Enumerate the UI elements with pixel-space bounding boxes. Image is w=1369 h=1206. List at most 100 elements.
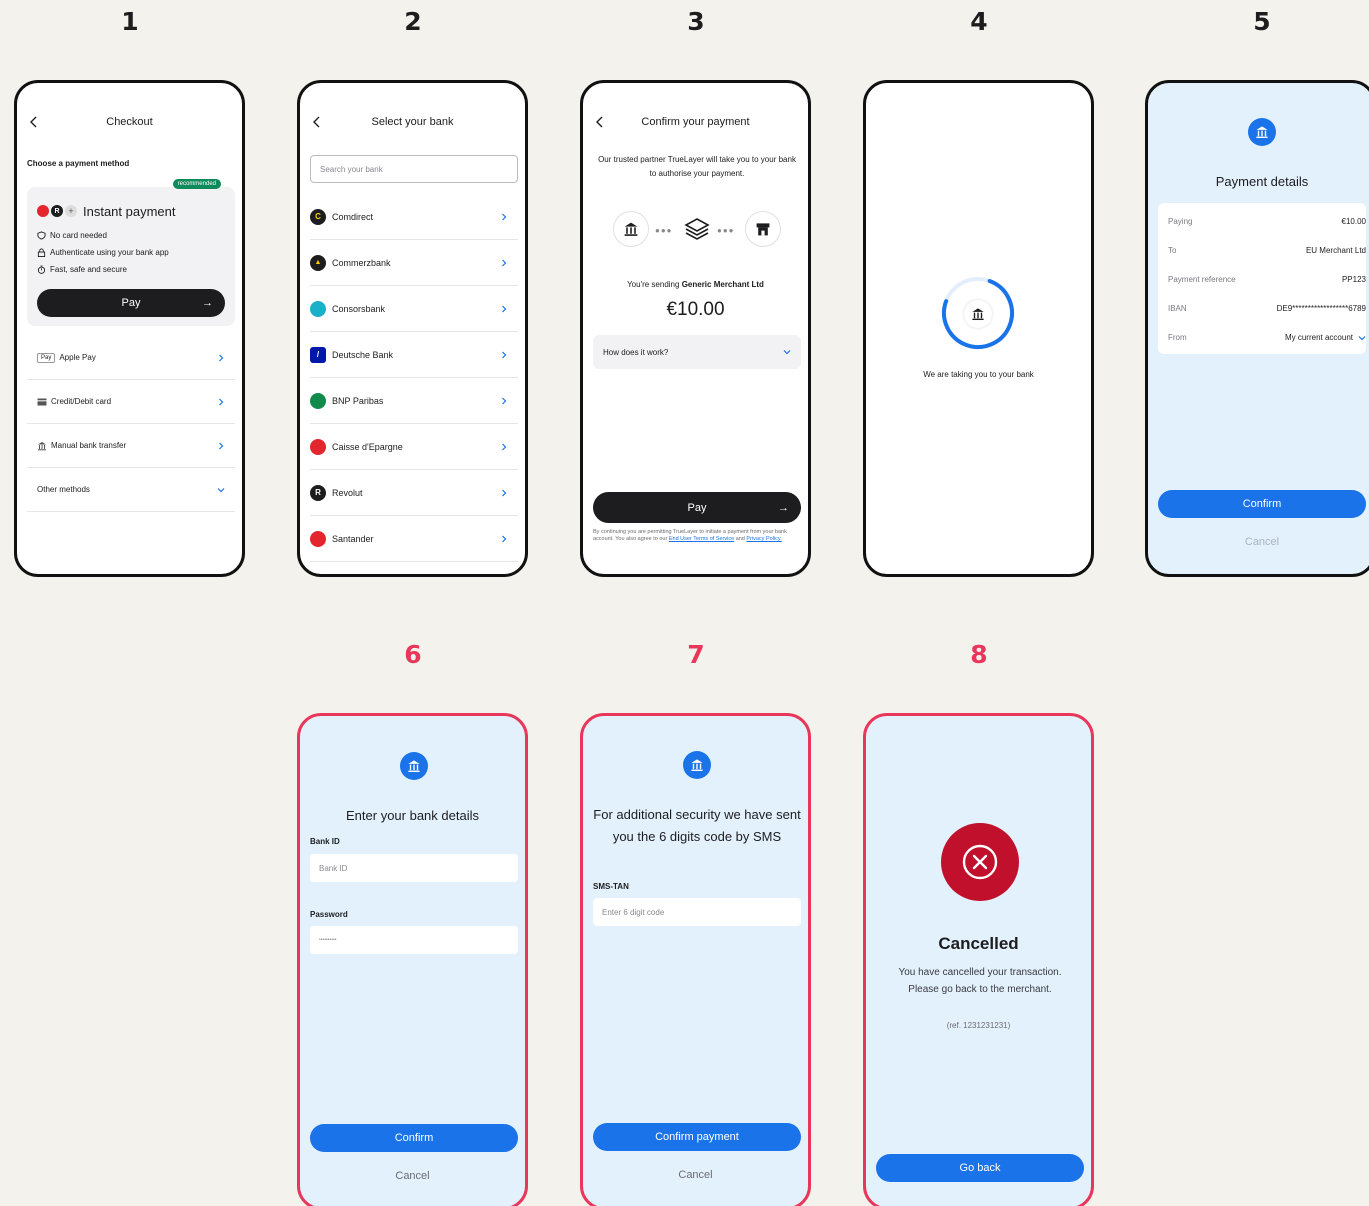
bank-item-comdirect[interactable]: C Comdirect xyxy=(310,194,518,240)
arrow-right-icon: → xyxy=(202,297,213,309)
confirm-button[interactable]: Confirm xyxy=(1158,490,1366,518)
cancel-message: You have cancelled your transaction. Ple… xyxy=(898,967,1062,995)
password-input[interactable]: •••••••••• xyxy=(310,926,518,954)
amount: €10.00 xyxy=(666,299,725,320)
bank-icon xyxy=(1248,118,1276,146)
terms-link[interactable]: End User Terms of Service xyxy=(669,536,734,542)
password-label: Password xyxy=(310,910,348,919)
method-bank-transfer[interactable]: Manual bank transfer xyxy=(27,424,235,468)
bank-icon xyxy=(400,752,428,780)
bank-label: Deutsche Bank xyxy=(332,349,394,360)
reference-text: (ref. 1231231231) xyxy=(946,1021,1011,1030)
detail-row-iban: IBAN DE9******************6789 xyxy=(1168,294,1366,323)
bank-icon xyxy=(683,751,711,779)
pay-button[interactable]: Pay → xyxy=(37,289,225,317)
feature-authenticate: Authenticate using your bank app xyxy=(37,248,169,257)
bank-item-commerzbank[interactable]: ▲ Commerzbank xyxy=(310,240,518,286)
truelayer-logo-icon xyxy=(683,215,711,243)
bnp-paribas-logo-icon xyxy=(310,392,326,409)
detail-value: EU Merchant Ltd xyxy=(1305,246,1366,255)
recommended-badge: recommended xyxy=(172,179,221,189)
step-number-8: 8 xyxy=(970,640,988,669)
bank-item-consorsbank[interactable]: Consorsbank xyxy=(310,286,518,332)
credit-card-icon xyxy=(37,398,47,405)
chevron-right-icon xyxy=(219,442,224,449)
screen-cancelled: Cancelled You have cancelled your transa… xyxy=(863,713,1094,1206)
bank-label: BNP Paribas xyxy=(332,395,384,406)
bank-circle-icon xyxy=(964,300,992,328)
go-back-button[interactable]: Go back xyxy=(876,1154,1084,1182)
legal-text: By continuing you are permitting TrueLay… xyxy=(593,529,798,543)
pay-button[interactable]: Pay → xyxy=(593,492,801,523)
chevron-right-icon xyxy=(502,489,507,496)
feature-no-card: No card needed xyxy=(37,231,107,240)
lock-icon xyxy=(37,248,46,257)
commerzbank-logo-icon: ▲ xyxy=(310,254,326,271)
feature-label: No card needed xyxy=(50,231,107,240)
screen-redirecting: We are taking you to your bank xyxy=(863,80,1094,577)
confirm-payment-button[interactable]: Confirm payment xyxy=(593,1123,801,1151)
step-number-7: 7 xyxy=(687,640,705,669)
bank-item-caisse-epargne[interactable]: Caisse d'Epargne xyxy=(310,424,518,470)
bank-item-santander[interactable]: Santander xyxy=(310,516,518,562)
bank-icon xyxy=(38,441,46,450)
chevron-right-icon xyxy=(502,397,507,404)
bank-item-deutsche-bank[interactable]: / Deutsche Bank xyxy=(310,332,518,378)
chevron-right-icon xyxy=(502,305,507,312)
detail-value: PP123 xyxy=(1341,275,1366,284)
detail-value: My current account xyxy=(1284,333,1353,342)
method-label: Credit/Debit card xyxy=(51,397,112,406)
detail-row-from[interactable]: From My current account xyxy=(1168,323,1366,352)
santander-logo-icon xyxy=(310,530,326,547)
page-title: Payment details xyxy=(1215,174,1309,189)
bank-item-bnp-paribas[interactable]: BNP Paribas xyxy=(310,378,518,424)
error-circle-icon xyxy=(941,823,1019,901)
method-other[interactable]: Other methods xyxy=(27,468,235,512)
how-it-works-expander[interactable]: How does it work? xyxy=(593,335,801,369)
how-label: How does it work? xyxy=(603,347,669,357)
santander-logo-icon xyxy=(37,205,49,217)
stopwatch-icon xyxy=(37,265,46,274)
bank-id-input[interactable]: Bank ID xyxy=(310,854,518,882)
chevron-down-icon xyxy=(783,350,791,355)
bank-circle-icon xyxy=(613,211,649,247)
step-number-3: 3 xyxy=(687,7,705,36)
cancel-button[interactable]: Cancel xyxy=(1148,536,1369,548)
confirm-button[interactable]: Confirm xyxy=(310,1124,518,1152)
method-label: Other methods xyxy=(37,485,90,494)
method-label: Apple Pay xyxy=(59,353,96,362)
section-subtitle: Choose a payment method xyxy=(27,159,130,168)
chevron-down-icon xyxy=(217,487,225,492)
pay-label: Pay xyxy=(121,297,141,309)
store-circle-icon xyxy=(745,211,781,247)
method-card[interactable]: Credit/Debit card xyxy=(27,380,235,424)
bank-search-input[interactable]: Search your bank xyxy=(310,155,518,183)
detail-label: Paying xyxy=(1168,217,1193,226)
pay-label: Pay xyxy=(687,501,707,514)
step-number-1: 1 xyxy=(121,7,139,36)
instant-payment-card[interactable]: recommended R + Instant payment No card … xyxy=(27,179,235,326)
revolut-logo-icon: R xyxy=(310,484,326,501)
account-select[interactable]: My current account xyxy=(1285,333,1366,342)
detail-label: Payment reference xyxy=(1168,275,1236,284)
detail-label: IBAN xyxy=(1168,304,1187,313)
tan-input[interactable]: Enter 6 digit code xyxy=(593,898,801,926)
legal-and: and xyxy=(735,536,745,542)
consorsbank-logo-icon xyxy=(310,300,326,317)
bank-label: Comdirect xyxy=(332,211,374,222)
plus-icon: + xyxy=(65,205,77,217)
cancel-button[interactable]: Cancel xyxy=(583,1169,808,1181)
sending-line: You're sending Generic Merchant Ltd xyxy=(583,280,808,289)
bank-label: Commerzbank xyxy=(332,257,391,268)
cancel-button[interactable]: Cancel xyxy=(300,1170,525,1182)
feature-label: Authenticate using your bank app xyxy=(50,248,169,257)
method-apple-pay[interactable]: Pay Apple Pay xyxy=(27,336,235,380)
chevron-right-icon xyxy=(502,535,507,542)
step-number-4: 4 xyxy=(970,7,988,36)
detail-value: €10.00 xyxy=(1341,217,1366,226)
caisse-epargne-logo-icon xyxy=(310,438,326,455)
page-title: Enter your bank details xyxy=(346,808,479,823)
privacy-link[interactable]: Privacy Policy. xyxy=(746,536,781,542)
bank-label: Revolut xyxy=(332,487,363,498)
bank-item-revolut[interactable]: R Revolut xyxy=(310,470,518,516)
